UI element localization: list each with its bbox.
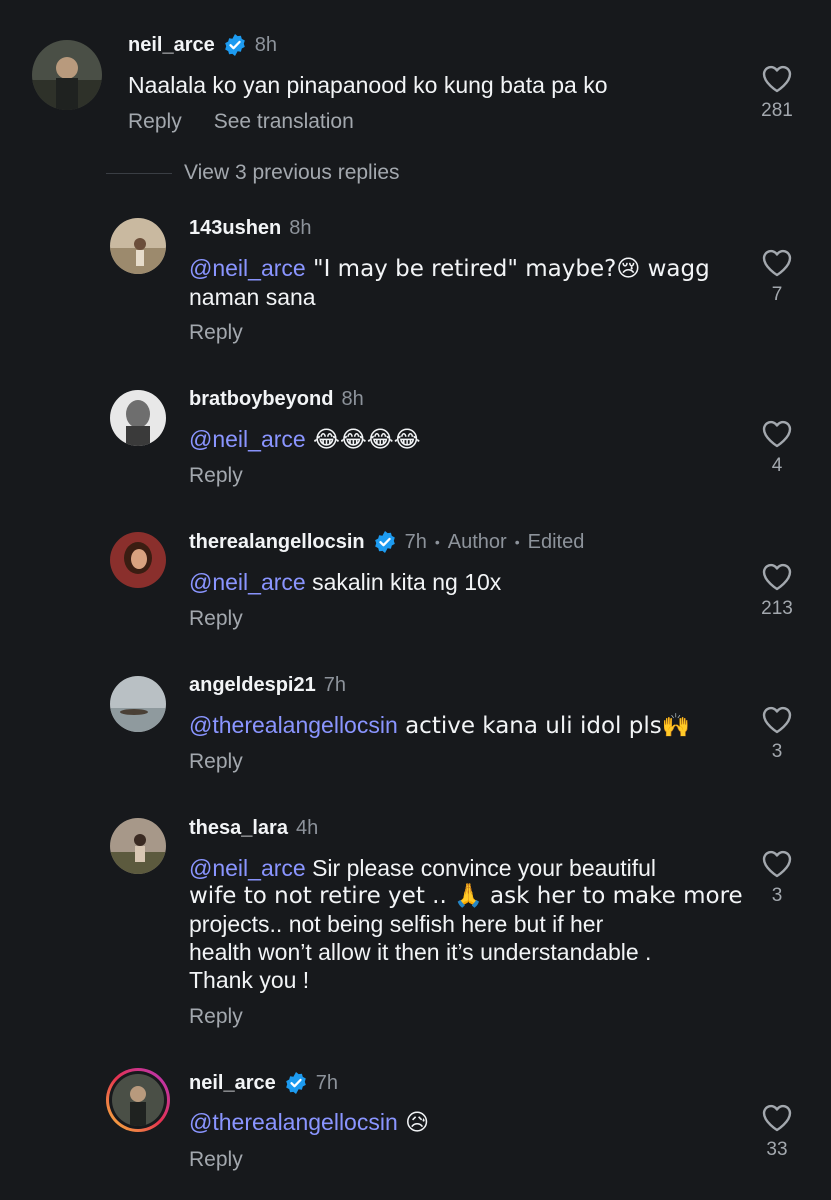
view-previous-replies[interactable]: View 3 previous replies (106, 161, 400, 185)
author-label: Author (447, 530, 507, 553)
avatar[interactable] (110, 532, 166, 588)
heart-outline-icon (762, 65, 792, 93)
comment-text: @neil_arce Sir please convince your beau… (189, 855, 743, 993)
verified-badge-icon (373, 530, 397, 554)
heart-outline-icon (762, 420, 792, 448)
like-count: 3 (771, 885, 783, 906)
avatar[interactable] (110, 818, 166, 874)
comment-text: @neil_arce 😂😂😂😂 (189, 426, 421, 453)
mention-link[interactable]: @therealangellocsin (189, 712, 398, 738)
separator-dot: • (514, 534, 520, 550)
see-translation-button[interactable]: See translation (214, 110, 354, 134)
mention-link[interactable]: @neil_arce (189, 855, 306, 881)
avatar[interactable] (110, 218, 166, 274)
like-button[interactable]: 281 (742, 62, 812, 122)
username[interactable]: therealangellocsin (189, 531, 365, 554)
like-button[interactable]: 33 (742, 1101, 812, 1161)
like-button[interactable]: 4 (742, 417, 812, 477)
like-button[interactable]: 7 (742, 246, 812, 306)
avatar[interactable] (110, 390, 166, 446)
avatar[interactable] (32, 40, 102, 110)
username[interactable]: neil_arce (128, 34, 215, 57)
heart-outline-icon (762, 850, 792, 878)
like-button[interactable]: 3 (742, 703, 812, 763)
like-count: 33 (766, 1139, 788, 1160)
separator-dot: • (434, 534, 440, 550)
heart-outline-icon (762, 563, 792, 591)
comment-text: @neil_arce sakalin kita ng 10x (189, 569, 502, 595)
reply-button[interactable]: Reply (189, 464, 243, 488)
like-button[interactable]: 3 (742, 847, 812, 907)
like-button[interactable]: 213 (742, 560, 812, 620)
timestamp: 4h (295, 817, 319, 839)
divider-line (106, 172, 172, 174)
mention-link[interactable]: @neil_arce (189, 569, 306, 595)
username[interactable]: neil_arce (189, 1072, 276, 1095)
reply-button[interactable]: Reply (189, 750, 243, 774)
reply-button[interactable]: Reply (128, 110, 182, 134)
comment-text: @therealangellocsin 😥 (189, 1109, 430, 1136)
heart-outline-icon (762, 249, 792, 277)
like-count: 7 (771, 284, 783, 305)
verified-badge-icon (223, 33, 247, 57)
mention-link[interactable]: @therealangellocsin (189, 1109, 398, 1135)
timestamp: 7h (404, 530, 427, 553)
edited-label: Edited (527, 530, 585, 553)
avatar[interactable] (110, 676, 166, 732)
like-count: 4 (771, 455, 783, 476)
verified-badge-icon (284, 1071, 308, 1095)
reply-button[interactable]: Reply (189, 321, 243, 345)
view-previous-replies-label[interactable]: View 3 previous replies (184, 161, 400, 185)
mention-link[interactable]: @neil_arce (189, 426, 306, 452)
story-ring-avatar[interactable] (106, 1068, 170, 1132)
username[interactable]: 143ushen (189, 217, 281, 240)
timestamp: 8h (289, 217, 312, 239)
reply-button[interactable]: Reply (189, 607, 243, 631)
timestamp: 8h (254, 33, 277, 56)
comment-text: @neil_arce "I may be retired" maybe?😢 wa… (189, 255, 710, 310)
username[interactable]: thesa_lara (189, 817, 288, 840)
heart-outline-icon (762, 706, 792, 734)
comment-text: Naalala ko yan pinapanood ko kung bata p… (128, 72, 608, 98)
reply-button[interactable]: Reply (189, 1148, 243, 1172)
comment-text: @therealangellocsin active kana uli idol… (189, 712, 691, 739)
like-count: 281 (761, 100, 793, 121)
timestamp: 7h (323, 674, 346, 696)
reply-button[interactable]: Reply (189, 1005, 243, 1029)
mention-link[interactable]: @neil_arce (189, 255, 306, 281)
timestamp: 7h (315, 1071, 338, 1094)
username[interactable]: bratboybeyond (189, 388, 333, 411)
username[interactable]: angeldespi21 (189, 674, 316, 697)
like-count: 3 (771, 741, 783, 762)
heart-outline-icon (762, 1104, 792, 1132)
timestamp: 8h (341, 388, 364, 410)
like-count: 213 (761, 598, 793, 619)
